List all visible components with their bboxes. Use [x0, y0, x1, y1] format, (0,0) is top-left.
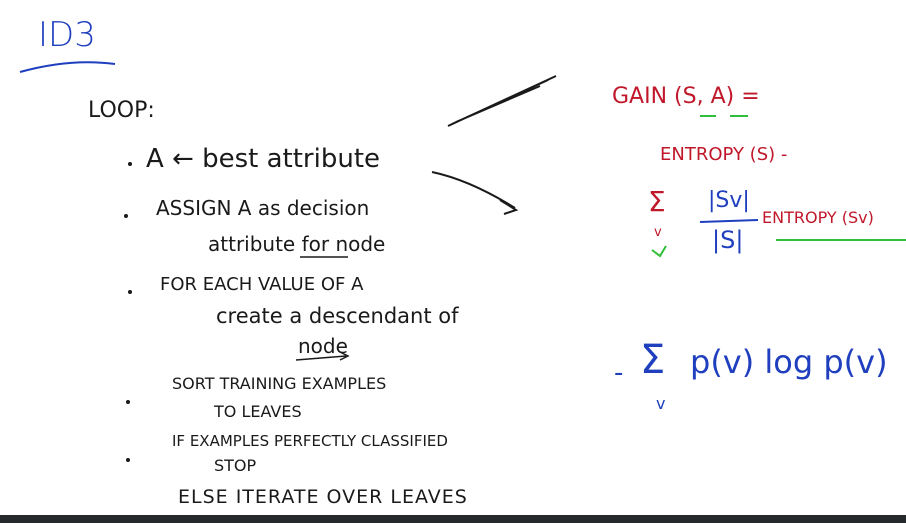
gain-entropy-sv: ENTROPY (Sv)	[762, 208, 874, 227]
entropy-expression: p(v) log p(v)	[690, 343, 888, 381]
bullet-dot	[126, 458, 130, 462]
entropy-sigma-index: v	[656, 394, 666, 413]
gain-entropy-s: ENTROPY (S) -	[660, 144, 788, 165]
scribble-top	[447, 75, 557, 127]
step-2-line-2: attribute for node	[208, 232, 386, 256]
gain-fraction-denominator: |S|	[712, 226, 744, 254]
sigma-v-check	[651, 245, 667, 258]
step-5-line-3: ELSE ITERATE OVER LEAVES	[178, 486, 468, 508]
bullet-dot	[128, 290, 132, 294]
step-1-line-1: A ← best attribute	[146, 144, 381, 174]
gain-sigma-index: v	[654, 225, 662, 240]
entropy-minus: -	[614, 358, 624, 388]
step-3-line-3: node	[298, 334, 348, 358]
bottom-bar	[0, 515, 906, 523]
bullet-dot	[124, 214, 128, 218]
title-underline	[19, 61, 116, 73]
step-4-line-1: SORT TRAINING EXAMPLES	[172, 374, 387, 393]
step-3-line-2: create a descendant of	[216, 304, 459, 328]
loop-label: LOOP:	[88, 98, 155, 123]
step-2-line-1: ASSIGN A as decision	[156, 196, 370, 220]
step-5-line-2: STOP	[214, 456, 257, 475]
gain-fraction-numerator: |Sv|	[708, 188, 750, 213]
gain-lhs: GAIN (S, A) =	[612, 84, 760, 109]
step-3-line-1: FOR EACH VALUE OF A	[160, 274, 364, 295]
step-5-line-1: IF EXAMPLES PERFECTLY CLASSIFIED	[172, 432, 448, 450]
fraction-bar	[699, 219, 759, 223]
strokes-layer	[19, 61, 906, 361]
gain-sigma: Σ	[648, 185, 666, 218]
page-title: ID3	[38, 15, 96, 55]
scribble-arrow	[431, 171, 519, 215]
bullet-dot	[128, 162, 132, 166]
entropy-sigma: Σ	[640, 337, 666, 383]
bullet-dot	[126, 400, 130, 404]
step-4-line-2: TO LEAVES	[214, 402, 302, 421]
